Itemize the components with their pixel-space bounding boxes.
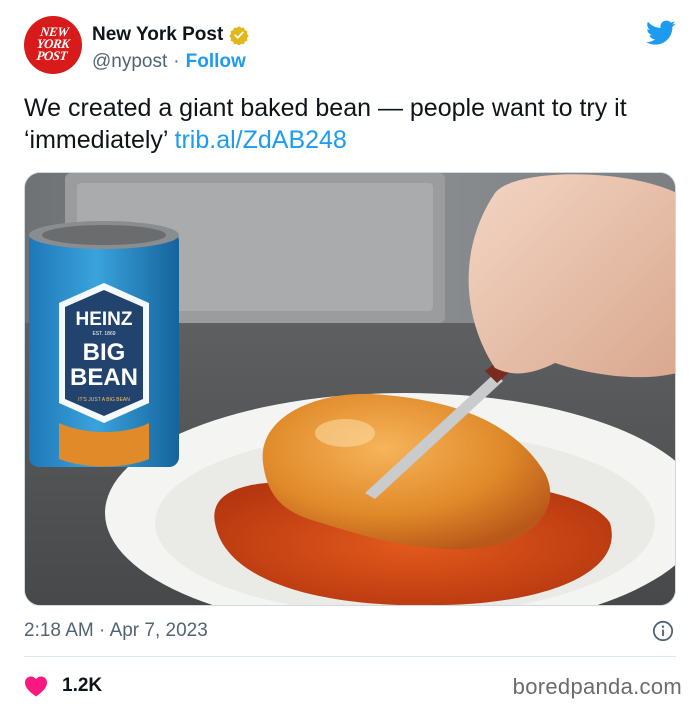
can-tagline: IT'S JUST A BIG BEAN	[78, 397, 130, 403]
follow-button[interactable]: Follow	[186, 51, 246, 73]
can-product-line1: BIG	[83, 339, 126, 366]
can-product-line2: BEAN	[70, 364, 138, 391]
can-est-text: EST. 1869	[92, 331, 115, 337]
can-brand-text: HEINZ	[76, 309, 133, 330]
handle-row: @nypost · Follow	[92, 51, 246, 73]
baked-bean-photo: HEINZ EST. 1869 BIG BEAN IT'S JUST A BIG…	[25, 173, 675, 605]
tweet-date: Apr 7, 2023	[109, 620, 208, 641]
info-icon[interactable]	[652, 620, 674, 642]
nypost-logo: NEW YORK POST	[35, 24, 71, 63]
watermark: boredpanda.com	[512, 674, 682, 699]
account-name-row: New York Post	[92, 24, 249, 46]
separator: ·	[99, 620, 106, 641]
tweet-card: NEW YORK POST New York Post @nypost · Fo…	[0, 0, 700, 709]
verified-badge-icon	[229, 26, 249, 45]
account-handle[interactable]: @nypost	[92, 51, 167, 73]
divider	[24, 656, 676, 657]
heart-icon	[25, 676, 47, 697]
tweet-text: We created a giant baked bean — people w…	[24, 92, 674, 156]
avatar[interactable]: NEW YORK POST	[24, 16, 82, 74]
tweet-link[interactable]: trib.al/ZdAB248	[175, 126, 347, 154]
like-button[interactable]: 1.2K	[24, 675, 102, 697]
account-name[interactable]: New York Post	[92, 24, 223, 46]
like-count: 1.2K	[62, 675, 103, 696]
separator: ·	[173, 51, 180, 72]
tweet-image[interactable]: HEINZ EST. 1869 BIG BEAN IT'S JUST A BIG…	[24, 172, 676, 606]
tweet-timestamp[interactable]: 2:18 AM · Apr 7, 2023	[24, 620, 208, 642]
tweet-time: 2:18 AM	[24, 620, 94, 641]
twitter-bird-icon[interactable]	[646, 20, 676, 46]
